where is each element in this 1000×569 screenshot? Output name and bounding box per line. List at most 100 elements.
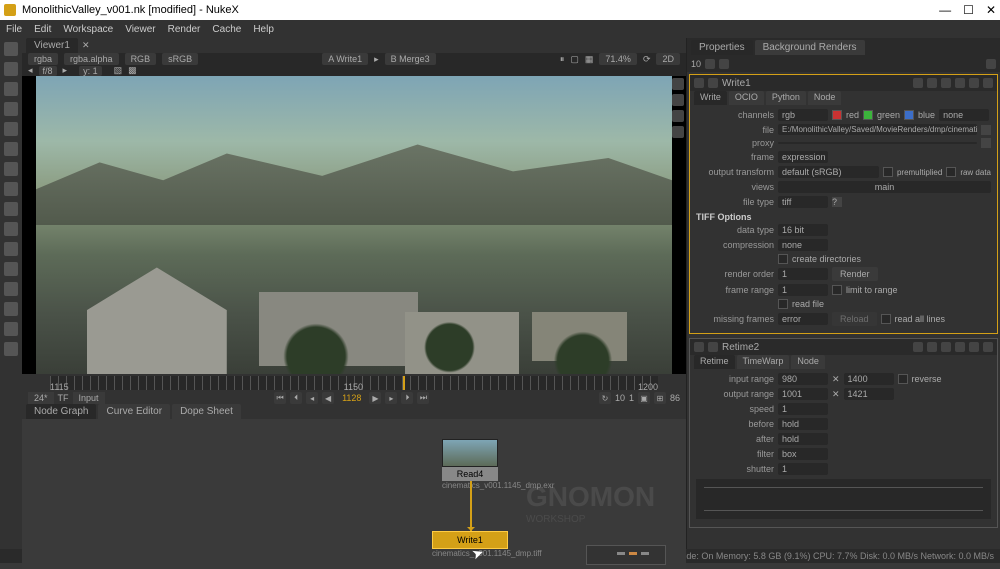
read-all-checkbox[interactable] <box>881 314 891 324</box>
tool-merge-icon[interactable] <box>4 182 18 196</box>
input-range-from[interactable]: 980 <box>778 373 828 385</box>
node-graph-overview[interactable] <box>586 545 666 565</box>
retime-redo-icon[interactable] <box>927 342 937 352</box>
channels-select[interactable]: rgb <box>778 109 828 121</box>
frame-select[interactable]: expression <box>778 151 828 163</box>
subtab-python[interactable]: Python <box>766 91 806 105</box>
output-range-from[interactable]: 1001 <box>778 388 828 400</box>
tab-bg-renders[interactable]: Background Renders <box>755 40 865 55</box>
current-frame[interactable]: 1128 <box>338 393 365 403</box>
wipe-icon[interactable]: ▸ <box>374 54 379 65</box>
views-select[interactable]: main <box>778 181 991 193</box>
view-mode[interactable]: 2D <box>656 53 680 65</box>
render-button[interactable]: Render <box>832 267 878 281</box>
panel-close-icon[interactable] <box>983 78 993 88</box>
tool-transform-icon[interactable] <box>4 202 18 216</box>
compression-select[interactable]: none <box>778 239 828 251</box>
panel-redo-icon[interactable] <box>927 78 937 88</box>
node-graph[interactable]: Read4 cinematics_v001.1145_dmp.exr Write… <box>22 419 686 569</box>
tool-metadata-icon[interactable] <box>4 302 18 316</box>
tab-node-graph[interactable]: Node Graph <box>26 404 96 419</box>
tool-keyer-icon[interactable] <box>4 162 18 176</box>
retime-curves[interactable] <box>696 479 991 519</box>
viewer-crop-icon[interactable] <box>672 126 684 138</box>
node-connection[interactable] <box>470 481 472 531</box>
subtab-ocio[interactable]: OCIO <box>729 91 764 105</box>
channel-select[interactable]: rgba <box>28 53 58 65</box>
subtab-retime-node[interactable]: Node <box>791 355 825 369</box>
link-icon-2[interactable]: ✕ <box>832 389 840 400</box>
filter-select[interactable]: box <box>778 448 828 460</box>
play-back-button[interactable]: ◀ <box>322 392 334 404</box>
prev-icon[interactable]: ◂ <box>28 65 33 76</box>
next-key-button[interactable]: ▸ <box>385 392 397 404</box>
b-buffer[interactable]: B Merge3 <box>385 53 436 65</box>
frame-range-input[interactable]: 1 <box>778 284 828 296</box>
input-select[interactable]: Input <box>73 392 105 404</box>
tool-image-icon[interactable] <box>4 42 18 56</box>
tool-other-icon[interactable] <box>4 342 18 356</box>
viewport[interactable] <box>22 76 686 374</box>
timeline[interactable]: 1115 1150 1200 <box>22 374 686 392</box>
step-back-button[interactable]: ⏴ <box>290 392 302 404</box>
sync-playback-icon[interactable]: ⊞ <box>654 392 666 404</box>
blue-checkbox[interactable] <box>904 110 914 120</box>
viewer-tab[interactable]: Viewer1 <box>26 38 78 53</box>
panel-undo-icon[interactable] <box>913 78 923 88</box>
tool-3d-icon[interactable] <box>4 222 18 236</box>
after-select[interactable]: hold <box>778 433 828 445</box>
reverse-checkbox[interactable] <box>898 374 908 384</box>
tool-particles-icon[interactable] <box>4 242 18 256</box>
read-file-checkbox[interactable] <box>778 299 788 309</box>
tool-views-icon[interactable] <box>4 282 18 296</box>
tool-color-icon[interactable] <box>4 122 18 136</box>
prev-key-button[interactable]: ◂ <box>306 392 318 404</box>
menu-edit[interactable]: Edit <box>34 24 51 35</box>
raw-checkbox[interactable] <box>946 167 956 177</box>
viewer-hand-icon[interactable] <box>672 94 684 106</box>
link-icon-1[interactable]: ✕ <box>832 374 840 385</box>
render-order-input[interactable]: 1 <box>778 268 828 280</box>
green-checkbox[interactable] <box>863 110 873 120</box>
panel-expand-icon[interactable] <box>694 78 704 88</box>
tool-deep-icon[interactable] <box>4 262 18 276</box>
tool-channel-icon[interactable] <box>4 102 18 116</box>
subtab-timewarp[interactable]: TimeWarp <box>737 355 790 369</box>
zoom-level[interactable]: 71.4% <box>599 53 637 65</box>
retime-revert-icon[interactable] <box>941 342 951 352</box>
close-all-icon[interactable] <box>986 59 996 69</box>
before-select[interactable]: hold <box>778 418 828 430</box>
output-transform-select[interactable]: default (sRGB) <box>778 166 879 178</box>
menu-file[interactable]: File <box>6 24 22 35</box>
overlay-icon[interactable]: ▩ <box>128 65 137 76</box>
limit-range-checkbox[interactable] <box>832 285 842 295</box>
reload-button[interactable]: Reload <box>832 312 877 326</box>
lock-icon[interactable] <box>705 59 715 69</box>
sync-icon[interactable]: ⟳ <box>643 54 651 65</box>
roi-icon[interactable]: ▢ <box>570 54 579 65</box>
shutter-input[interactable]: 1 <box>778 463 828 475</box>
panel-float-icon[interactable] <box>955 78 965 88</box>
panel-help-icon[interactable] <box>969 78 979 88</box>
proxy-browse-icon[interactable] <box>981 138 991 148</box>
menu-viewer[interactable]: Viewer <box>125 24 155 35</box>
retime-close-icon[interactable] <box>983 342 993 352</box>
tool-draw-icon[interactable] <box>4 62 18 76</box>
datatype-select[interactable]: 16 bit <box>778 224 828 236</box>
alpha-select[interactable]: rgba.alpha <box>64 53 119 65</box>
extra-channel-select[interactable]: none <box>939 109 989 121</box>
file-browse-icon[interactable] <box>981 125 991 135</box>
view-select[interactable]: sRGB <box>162 53 198 65</box>
clip-warn-icon[interactable]: ▧ <box>114 65 123 76</box>
menu-cache[interactable]: Cache <box>212 24 241 35</box>
loop-icon[interactable]: ↻ <box>599 392 611 404</box>
proxy-icon[interactable]: ▦ <box>585 54 594 65</box>
tool-filter-icon[interactable] <box>4 142 18 156</box>
step-fwd-button[interactable]: ⏵ <box>401 392 413 404</box>
menu-workspace[interactable]: Workspace <box>63 24 113 35</box>
fps-display[interactable]: 24* <box>28 392 54 404</box>
gain-display[interactable]: y: 1 <box>79 66 102 76</box>
missing-select[interactable]: error <box>778 313 828 325</box>
fstop-display[interactable]: f/8 <box>39 66 57 76</box>
colorspace-select[interactable]: RGB <box>125 53 157 65</box>
